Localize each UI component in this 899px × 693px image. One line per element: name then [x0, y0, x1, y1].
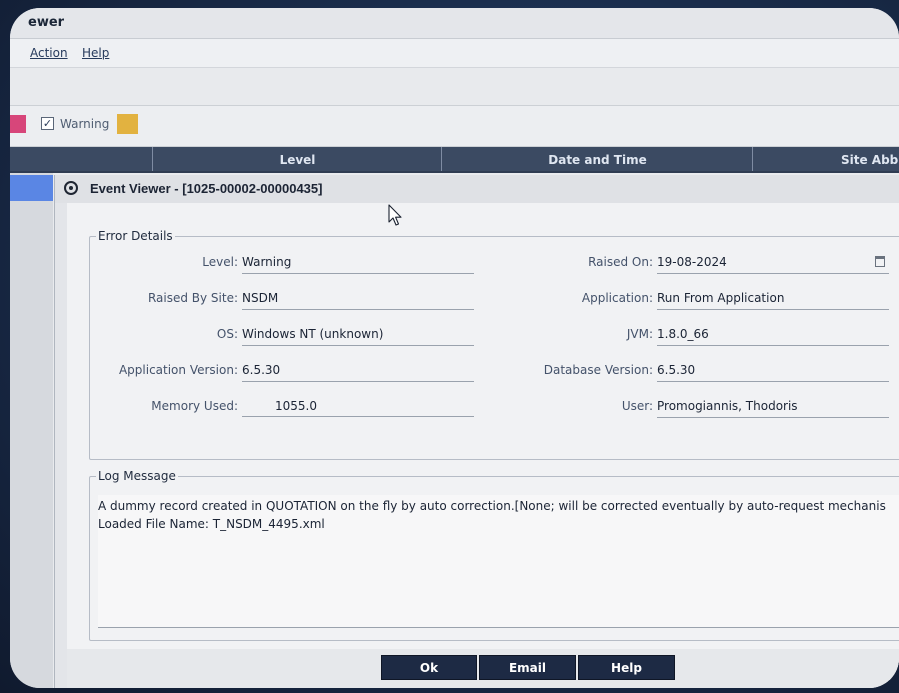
error-details-legend: Error Details	[96, 229, 175, 243]
raised-on-field[interactable]: 19-08-2024	[657, 253, 889, 274]
table-left-strip	[10, 173, 53, 688]
raised-on-value: 19-08-2024	[657, 255, 727, 269]
calendar-icon[interactable]	[875, 256, 885, 267]
error-color-swatch	[10, 115, 26, 133]
event-viewer-dialog: Event Viewer - [1025-00002-00000435] Err…	[54, 175, 899, 688]
memory-used-field[interactable]: 1055.0	[242, 397, 474, 417]
application-value: Run From Application	[657, 291, 785, 305]
application-version-label: Application Version:	[118, 363, 238, 377]
application-label: Application:	[581, 291, 653, 305]
help-button[interactable]: Help	[578, 655, 675, 680]
column-level-label: Level	[279, 153, 316, 167]
dialog-body: Error Details Level: Warning Raised On: …	[67, 203, 899, 683]
log-message-textarea[interactable]: A dummy record created in QUOTATION on t…	[98, 495, 899, 628]
ok-button[interactable]: Ok	[381, 655, 477, 680]
level-value: Warning	[242, 255, 292, 269]
error-details-group: Error Details Level: Warning Raised On: …	[89, 229, 899, 460]
jvm-label: JVM:	[626, 327, 653, 341]
column-date-time-label: Date and Time	[548, 153, 647, 167]
os-field[interactable]: Windows NT (unknown)	[242, 325, 474, 346]
log-line-2: Loaded File Name: T_NSDM_4495.xml	[98, 517, 325, 531]
user-field[interactable]: Promogiannis, Thodoris	[657, 397, 889, 418]
memory-used-label: Memory Used:	[151, 399, 238, 413]
toolbar-area	[10, 68, 899, 106]
column-header-site[interactable]: Site Abb	[752, 147, 899, 173]
filter-bar: ✓ Warning	[10, 106, 899, 147]
menu-help[interactable]: Help	[82, 46, 109, 60]
mouse-pointer-icon	[388, 204, 402, 226]
level-label: Level:	[202, 255, 238, 269]
jvm-field[interactable]: 1.8.0_66	[657, 325, 889, 346]
database-version-label: Database Version:	[543, 363, 653, 377]
selected-row-highlight[interactable]	[10, 175, 53, 201]
dialog-titlebar[interactable]: Event Viewer - [1025-00002-00000435]	[55, 175, 899, 203]
application-window: ewer Action Help ✓ Warning Level Date an…	[10, 8, 899, 688]
level-field[interactable]: Warning	[242, 253, 474, 274]
column-header-level[interactable]: Level	[152, 147, 442, 173]
app-title: ewer	[28, 15, 65, 30]
memory-used-value: 1055.0	[275, 399, 317, 413]
table-header: Level Date and Time Site Abb	[10, 147, 899, 173]
log-message-legend: Log Message	[96, 469, 178, 483]
jvm-value: 1.8.0_66	[657, 327, 709, 341]
raised-by-site-field[interactable]: NSDM	[242, 289, 474, 310]
warning-filter-label: Warning	[60, 117, 110, 131]
log-line-1: A dummy record created in QUOTATION on t…	[98, 499, 886, 513]
database-version-value: 6.5.30	[657, 363, 696, 377]
user-label: User:	[621, 399, 653, 413]
menu-action[interactable]: Action	[30, 46, 68, 60]
application-field[interactable]: Run From Application	[657, 289, 889, 310]
application-version-field[interactable]: 6.5.30	[242, 361, 474, 382]
column-site-label: Site Abb	[841, 153, 899, 167]
header-underline	[10, 171, 899, 173]
radio-target-icon	[64, 181, 78, 195]
application-version-value: 6.5.30	[242, 363, 281, 377]
os-label: OS:	[216, 327, 238, 341]
os-value: Windows NT (unknown)	[242, 327, 384, 341]
dialog-title: Event Viewer - [1025-00002-00000435]	[90, 181, 323, 196]
app-titlebar: ewer	[10, 8, 899, 39]
user-value: Promogiannis, Thodoris	[657, 399, 798, 413]
email-button[interactable]: Email	[479, 655, 576, 680]
log-message-group: Log Message A dummy record created in QU…	[89, 469, 899, 641]
warning-checkbox[interactable]: ✓	[41, 117, 54, 130]
column-header-date-time[interactable]: Date and Time	[441, 147, 753, 173]
warning-color-swatch	[117, 114, 138, 134]
raised-by-site-label: Raised By Site:	[147, 291, 238, 305]
raised-on-label: Raised On:	[588, 255, 653, 269]
database-version-field[interactable]: 6.5.30	[657, 361, 889, 382]
dialog-footer: Ok Email Help	[67, 649, 899, 688]
menubar: Action Help	[10, 39, 899, 68]
raised-by-site-value: NSDM	[242, 291, 279, 305]
